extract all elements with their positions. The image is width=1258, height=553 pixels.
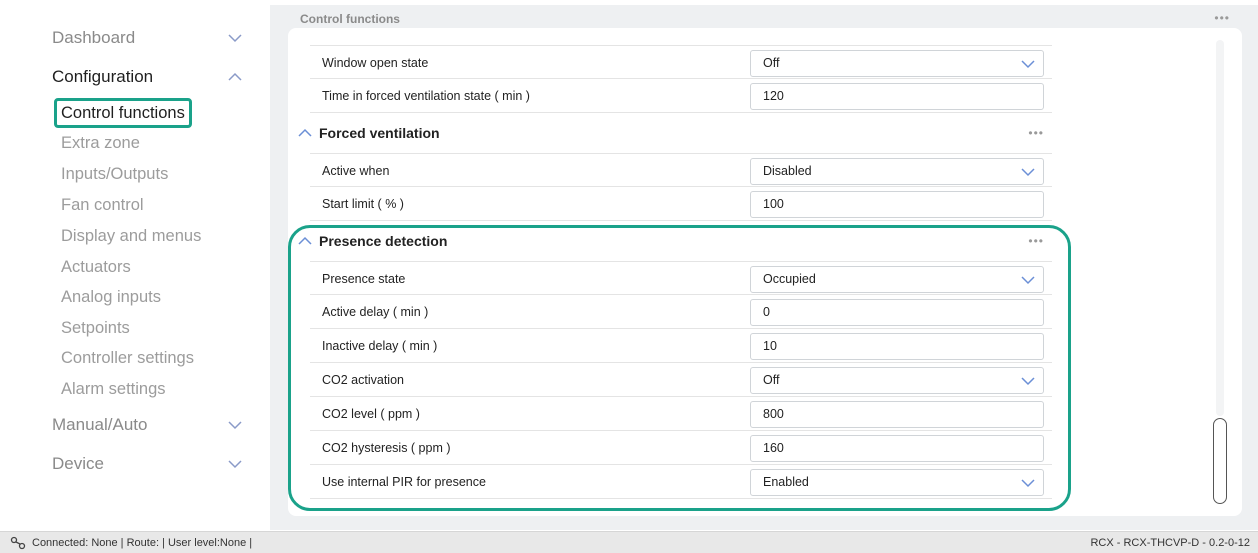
version-info: RCX - RCX-THCVP-D - 0.2-0-12 [1090,537,1250,549]
sidebar-item-control-functions[interactable]: Control functions [54,98,192,128]
sidebar: Dashboard Configuration Control function… [0,0,268,530]
field-value: Enabled [763,475,809,489]
row-forced-ventilation-time: Time in forced ventilation state ( min )… [310,79,1052,113]
field-value: 160 [763,441,784,455]
chevron-down-icon [228,421,242,430]
field-value: Occupied [763,272,816,286]
row-label: CO2 activation [322,373,404,387]
field-value: Off [763,373,780,387]
row-label: Active delay ( min ) [322,305,429,319]
row-label: Time in forced ventilation state ( min ) [322,89,530,103]
row-active-when: Active when Disabled [310,153,1052,187]
row-start-limit: Start limit ( % ) 100 [310,187,1052,221]
field-value: 800 [763,407,784,421]
row-label: Use internal PIR for presence [322,475,486,489]
nav-manual-auto[interactable]: Manual/Auto [52,413,242,437]
co2-hysteresis-input[interactable]: 160 [750,435,1044,462]
presence-state-select[interactable]: Occupied [750,266,1044,293]
chevron-down-icon [228,34,242,43]
field-value: 0 [763,305,770,319]
sidebar-item-setpoints[interactable]: Setpoints [61,319,130,338]
active-when-select[interactable]: Disabled [750,158,1044,185]
nav-dashboard[interactable]: Dashboard [52,26,242,50]
row-presence-state: Presence state Occupied [310,261,1052,295]
field-value: 10 [763,339,777,353]
chevron-down-icon [1021,377,1035,386]
section-presence-detection: Presence detection ••• [296,228,1052,256]
link-icon [10,536,26,550]
row-co2-level: CO2 level ( ppm ) 800 [310,397,1052,431]
row-window-open-state: Window open state Off [310,45,1052,79]
chevron-down-icon [1021,60,1035,69]
section-forced-ventilation: Forced ventilation ••• [296,120,1052,148]
row-co2-activation: CO2 activation Off [310,363,1052,397]
scrollbar-thumb[interactable] [1213,418,1227,504]
collapse-caret-icon[interactable] [298,128,312,138]
sidebar-item-fan-control[interactable]: Fan control [61,196,144,215]
sidebar-item-alarm-settings[interactable]: Alarm settings [61,380,166,399]
nav-configuration[interactable]: Configuration [52,65,242,89]
row-internal-pir: Use internal PIR for presence Enabled [310,465,1052,499]
chevron-down-icon [1021,276,1035,285]
row-label: Active when [322,164,390,178]
sidebar-item-extra-zone[interactable]: Extra zone [61,134,140,153]
row-label: Inactive delay ( min ) [322,339,438,353]
row-label: Presence state [322,272,406,286]
status-left: Connected: None | Route: | User level:No… [10,536,252,550]
more-icon[interactable]: ••• [1028,126,1044,140]
row-co2-hysteresis: CO2 hysteresis ( ppm ) 160 [310,431,1052,465]
row-label: Start limit ( % ) [322,197,404,211]
field-value: 100 [763,197,784,211]
sidebar-item-analog-inputs[interactable]: Analog inputs [61,288,161,307]
more-icon[interactable]: ••• [1028,234,1044,248]
window-open-state-select[interactable]: Off [750,50,1044,77]
row-label: CO2 hysteresis ( ppm ) [322,441,451,455]
field-value: Off [763,56,780,70]
co2-activation-select[interactable]: Off [750,367,1044,394]
row-label: Window open state [322,56,429,70]
nav-device-label: Device [52,454,104,473]
scroll-track[interactable] [1216,40,1224,416]
field-value: Disabled [763,164,812,178]
sidebar-item-inputs-outputs[interactable]: Inputs/Outputs [61,165,168,184]
field-value: 120 [763,89,784,103]
row-active-delay: Active delay ( min ) 0 [310,295,1052,329]
forced-ventilation-time-input[interactable]: 120 [750,83,1044,110]
sidebar-item-display-and-menus[interactable]: Display and menus [61,227,201,246]
sidebar-item-controller-settings[interactable]: Controller settings [61,349,194,368]
inactive-delay-input[interactable]: 10 [750,333,1044,360]
settings-card: Window open state Off Time in forced ven… [288,28,1242,516]
start-limit-input[interactable]: 100 [750,191,1044,218]
nav-dashboard-label: Dashboard [52,28,136,47]
active-delay-input[interactable]: 0 [750,299,1044,326]
status-bar: Connected: None | Route: | User level:No… [0,531,1258,553]
co2-level-input[interactable]: 800 [750,401,1044,428]
panel-title: Control functions [300,12,400,26]
chevron-down-icon [1021,168,1035,177]
section-title: Forced ventilation [319,125,440,141]
panel-more-icon[interactable]: ••• [1214,11,1230,25]
nav-manual-auto-label: Manual/Auto [52,415,148,434]
main-panel: Control functions ••• Window open state … [270,5,1258,530]
nav-device[interactable]: Device [52,452,242,476]
chevron-down-icon [1021,479,1035,488]
row-inactive-delay: Inactive delay ( min ) 10 [310,329,1052,363]
chevron-down-icon [228,460,242,469]
sidebar-item-actuators[interactable]: Actuators [61,258,131,277]
nav-configuration-label: Configuration [52,67,154,86]
section-title: Presence detection [319,233,448,249]
internal-pir-select[interactable]: Enabled [750,469,1044,496]
connection-status: Connected: None | Route: | User level:No… [32,537,253,549]
row-label: CO2 level ( ppm ) [322,407,420,421]
collapse-caret-icon[interactable] [298,236,312,246]
chevron-up-icon [228,72,242,81]
